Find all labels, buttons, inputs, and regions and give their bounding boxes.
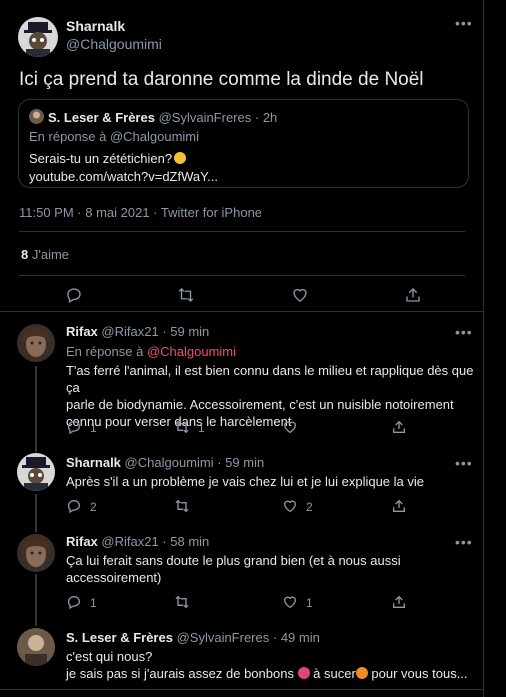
reply-header: Sharnalk @Chalgoumimi · 59 min (66, 455, 264, 470)
retweet-icon[interactable] (174, 594, 190, 610)
divider (0, 689, 483, 690)
reply-context: En réponse à @Chalgoumimi (66, 344, 237, 359)
author-handle[interactable]: @SylvainFreres (177, 630, 270, 645)
author-handle[interactable]: @Chalgoumimi (125, 455, 214, 470)
quoted-author-name: S. Leser & Frères (48, 110, 155, 125)
avatar (29, 109, 44, 124)
quoted-author-handle: @SylvainFreres (158, 110, 252, 125)
more-icon[interactable]: ••• (455, 535, 473, 549)
divider (0, 311, 483, 312)
author-name[interactable]: Sharnalk (66, 18, 125, 34)
reply-icon[interactable] (66, 419, 82, 435)
divider (19, 231, 465, 232)
avatar[interactable] (17, 534, 55, 572)
quoted-reply-context: En réponse à @Chalgoumimi (29, 129, 200, 144)
share-icon[interactable] (391, 498, 407, 514)
author-handle[interactable]: @Chalgoumimi (66, 36, 162, 52)
reply-icon[interactable] (66, 594, 82, 610)
thread-connector (35, 494, 37, 532)
quoted-text: Serais-tu un zététichien? youtube.com/wa… (29, 151, 218, 186)
share-icon[interactable] (391, 419, 407, 435)
tweet-meta[interactable]: 11:50 PM · 8 mai 2021 · Twitter for iPho… (19, 205, 262, 220)
reply-count: 1 (90, 596, 97, 610)
author-name[interactable]: Rifax (66, 324, 98, 339)
thread-connector (35, 574, 37, 626)
emoji-icon (174, 152, 187, 164)
quoted-tweet[interactable]: S. Leser & Frères @SylvainFreres · 2h En… (18, 99, 469, 188)
avatar[interactable] (18, 17, 58, 57)
tweet-text: Ici ça prend ta daronne comme la dinde d… (19, 69, 424, 90)
mention-link[interactable]: @Chalgoumimi (147, 344, 236, 359)
reply-text: Ça lui ferait sans doute le plus grand b… (66, 553, 401, 585)
reply-text: T'as ferré l'animal, il est bien connu d… (66, 363, 474, 429)
more-icon[interactable]: ••• (455, 16, 473, 30)
reply-header: S. Leser & Frères @SylvainFreres · 49 mi… (66, 630, 320, 645)
reply-count: 1 (90, 421, 97, 435)
retweet-icon[interactable] (177, 286, 195, 304)
share-icon[interactable] (391, 594, 407, 610)
author-handle[interactable]: @Rifax21 (101, 534, 158, 549)
reply-time[interactable]: · 58 min (162, 534, 209, 549)
like-count: 2 (306, 500, 313, 514)
likes-summary[interactable]: 8 J'aime (21, 247, 69, 262)
retweet-icon[interactable] (174, 498, 190, 514)
quoted-link[interactable]: youtube.com/watch?v=dZfWaY... (29, 168, 218, 186)
author-name[interactable]: Rifax (66, 534, 98, 549)
share-icon[interactable] (404, 286, 422, 304)
candy-icon (297, 667, 310, 679)
reply-count: 2 (90, 500, 97, 514)
more-icon[interactable]: ••• (455, 456, 473, 470)
quoted-time: · 2h (254, 110, 278, 125)
author-name[interactable]: S. Leser & Frères (66, 630, 173, 645)
tweet-thread-view: Sharnalk @Chalgoumimi ••• Ici ça prend t… (0, 0, 484, 697)
like-count: 1 (306, 596, 313, 610)
thread-connector (35, 366, 37, 452)
heart-icon[interactable] (282, 498, 298, 514)
avatar[interactable] (17, 628, 55, 666)
reply-time[interactable]: · 59 min (217, 455, 264, 470)
reply-header: Rifax @Rifax21 · 58 min (66, 534, 209, 549)
reply-text: Après s'il a un problème je vais chez lu… (66, 474, 425, 489)
heart-icon[interactable] (282, 594, 298, 610)
more-icon[interactable]: ••• (455, 325, 473, 339)
avatar[interactable] (17, 324, 55, 362)
reply-time[interactable]: · 59 min (162, 324, 209, 339)
heart-icon[interactable] (282, 419, 298, 435)
divider (19, 275, 465, 276)
lollipop-icon (355, 667, 368, 679)
author-name[interactable]: Sharnalk (66, 455, 121, 470)
author-handle[interactable]: @Rifax21 (101, 324, 158, 339)
reply-time[interactable]: · 49 min (273, 630, 320, 645)
reply-header: Rifax @Rifax21 · 59 min (66, 324, 209, 339)
avatar[interactable] (17, 453, 55, 491)
reply-icon[interactable] (65, 286, 83, 304)
reply-icon[interactable] (66, 498, 82, 514)
heart-icon[interactable] (291, 286, 309, 304)
retweet-count: 1 (198, 421, 205, 435)
scrollbar[interactable] (497, 0, 500, 697)
reply-text: c'est qui nous? je sais pas si j'aurais … (66, 649, 468, 681)
retweet-icon[interactable] (174, 419, 190, 435)
